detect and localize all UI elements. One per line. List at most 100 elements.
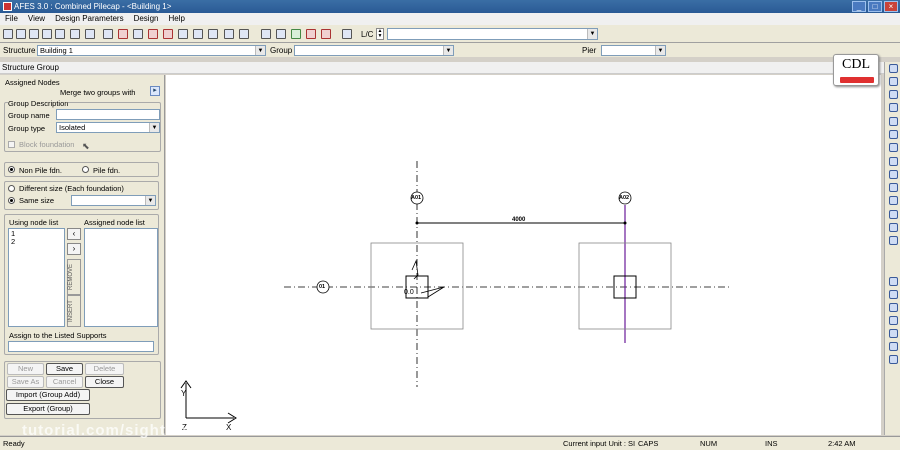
foundation-icon[interactable] [239,29,249,39]
menu-file[interactable]: File [5,13,18,25]
member-icon[interactable] [133,29,143,39]
app-icon [3,2,12,11]
undo-icon[interactable] [342,29,352,39]
view-iso-icon[interactable] [889,329,898,338]
lc-combo[interactable]: ▼ [387,28,598,40]
save-as-button[interactable]: Save As [7,376,44,388]
pan-down-icon[interactable] [889,77,898,86]
zoom-previous-icon[interactable] [889,223,898,232]
close-icon[interactable]: × [884,1,898,12]
redraw-icon[interactable] [889,236,898,245]
column-icon[interactable] [193,29,203,39]
pile-icon[interactable] [163,29,173,39]
rotate-y-icon[interactable] [889,130,898,139]
zoom-window-icon[interactable] [889,196,898,205]
zoom-out-icon[interactable] [889,183,898,192]
pier-icon[interactable] [178,29,188,39]
grid-icon[interactable] [103,29,113,39]
delete-button[interactable]: Delete [85,363,124,375]
move-left-button[interactable]: ‹ [67,228,81,240]
group-combo[interactable]: ▼ [294,45,454,56]
menu-view[interactable]: View [28,13,45,25]
chevron-down-icon[interactable]: ▼ [255,46,265,55]
pier-combo[interactable]: ▼ [601,45,666,56]
move-right-button[interactable]: › [67,243,81,255]
non-pile-radio[interactable] [8,166,15,173]
same-size-radio[interactable] [8,197,15,204]
chevron-down-icon[interactable]: ▼ [587,29,597,39]
zoom-in-icon[interactable] [889,170,898,179]
close-button[interactable]: Close [85,376,124,388]
save-icon[interactable] [29,29,39,39]
support-icon[interactable] [148,29,158,39]
new-file-icon[interactable] [3,29,13,39]
list-item[interactable]: 1 [11,230,62,238]
status-ins: INS [765,439,778,448]
group-name-input[interactable] [56,109,160,120]
rotate-x-icon[interactable] [889,117,898,126]
toolbar: L/C ▲ ▼ ▼ [0,25,900,43]
assigned-node-list-label: Assigned node list [84,218,145,227]
chevron-down-icon[interactable]: ▼ [443,46,453,55]
print-icon[interactable] [70,29,80,39]
zoom-icon[interactable] [276,29,286,39]
structure-bar: Structure Building 1 ▼ Group ▼ Pier ▼ [0,43,900,57]
open-folder-icon[interactable] [16,29,26,39]
assign-supports-input[interactable] [8,341,154,352]
cross-icon[interactable] [118,29,128,39]
import-button[interactable]: Import (Group Add) [6,389,90,401]
structure-combo[interactable]: Building 1 ▼ [37,45,266,56]
status-caps: CAPS [638,439,659,448]
assigned-node-listbox[interactable] [84,228,158,327]
rotate-icon[interactable] [889,157,898,166]
report-icon[interactable] [306,29,316,39]
insert-button[interactable]: INSERT [67,295,81,327]
different-size-radio[interactable] [8,185,15,192]
drawing-canvas[interactable]: A01 A02 01 4000 0.0 Y X Z [166,75,881,435]
list-item[interactable]: 2 [11,238,62,246]
block-foundation-checkbox[interactable] [8,141,15,148]
cancel-button[interactable]: Cancel [46,376,83,388]
pile-label: Pile fdn. [93,166,121,175]
merge-arrow-icon[interactable]: ▸ [150,86,160,96]
pan-left-icon[interactable] [889,90,898,99]
chevron-down-icon[interactable]: ▼ [655,46,665,55]
panel-title: Structure Group [0,62,885,74]
rotate-z-icon[interactable] [889,143,898,152]
save-button[interactable]: Save [46,363,83,375]
zoom-fit-icon[interactable] [889,210,898,219]
menu-design-parameters[interactable]: Design Parameters [55,13,123,25]
view-side-icon[interactable] [889,316,898,325]
view-top-icon[interactable] [889,290,898,299]
view-3d-icon[interactable] [889,277,898,286]
menu-design[interactable]: Design [134,13,159,25]
new-button[interactable]: New [7,363,44,375]
group-icon[interactable] [224,29,234,39]
pile-radio[interactable] [82,166,89,173]
cdl-logo-bar [840,77,874,83]
group-type-select[interactable]: Isolated ▼ [56,122,160,133]
using-node-listbox[interactable]: 1 2 [8,228,65,327]
pan-right-icon[interactable] [889,103,898,112]
export-button[interactable]: Export (Group) [6,403,90,415]
minimize-icon[interactable]: _ [852,1,866,12]
view-back-icon[interactable] [889,342,898,351]
chevron-down-icon[interactable]: ▼ [149,123,159,132]
check-icon[interactable] [291,29,301,39]
y-axis-label: Y [181,389,187,398]
run-icon[interactable] [321,29,331,39]
copy-icon[interactable] [42,29,52,39]
pan-up-icon[interactable] [889,64,898,73]
chevron-down-icon[interactable]: ▼ [145,196,155,205]
delete-icon[interactable] [85,29,95,39]
same-size-select[interactable]: ▼ [71,195,156,206]
view-icon[interactable] [261,29,271,39]
wall-icon[interactable] [208,29,218,39]
lc-spinner[interactable]: ▲ ▼ [376,28,384,40]
paste-icon[interactable] [55,29,65,39]
view-front-icon[interactable] [889,303,898,312]
remove-button[interactable]: REMOVE [67,259,81,295]
maximize-icon[interactable]: □ [868,1,882,12]
view-bottom-icon[interactable] [889,355,898,364]
menu-help[interactable]: Help [168,13,184,25]
